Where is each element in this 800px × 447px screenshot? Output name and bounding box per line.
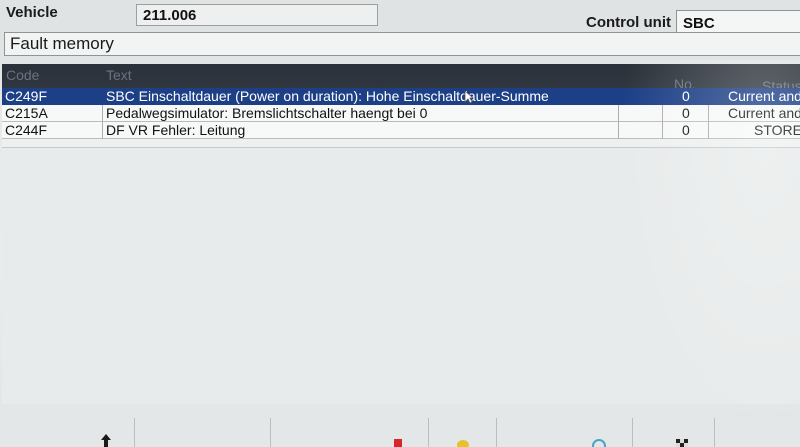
- row-no: 0: [682, 88, 690, 104]
- up-arrow-icon[interactable]: [100, 433, 112, 447]
- row-code: C244F: [5, 122, 48, 138]
- yellow-key-icon[interactable]: [456, 437, 470, 447]
- fault-memory-title: Fault memory: [4, 32, 800, 56]
- toolbar-divider: [632, 418, 633, 447]
- row-status: STORE: [754, 122, 800, 138]
- row-no: 0: [682, 122, 690, 138]
- vehicle-field[interactable]: 211.006: [136, 4, 378, 26]
- vehicle-label: Vehicle: [6, 4, 58, 21]
- toolbar-divider: [134, 418, 135, 447]
- row-no: 0: [682, 105, 690, 121]
- row-code: C215A: [5, 105, 48, 121]
- toolbar-divider: [428, 418, 429, 447]
- fault-table: Code Text No. Status C249F SBC Einschalt…: [2, 64, 800, 404]
- toolbar-divider: [714, 418, 715, 447]
- magnifier-icon[interactable]: [592, 437, 606, 447]
- row-status: Current and: [728, 88, 800, 104]
- mouse-cursor-icon: [464, 90, 474, 104]
- row-text: DF VR Fehler: Leitung: [106, 122, 246, 138]
- red-marker-icon[interactable]: [394, 437, 402, 447]
- column-divider: [102, 122, 103, 139]
- column-divider: [708, 122, 709, 139]
- column-header-text[interactable]: Text: [106, 67, 132, 83]
- table-row[interactable]: C249F SBC Einschaltdauer (Power on durat…: [2, 88, 800, 105]
- checkered-flag-icon[interactable]: [676, 437, 692, 447]
- column-divider: [708, 105, 709, 122]
- row-text: Pedalwegsimulator: Bremslichtschalter ha…: [106, 105, 428, 121]
- table-header: Code Text No. Status: [2, 64, 800, 94]
- column-divider: [662, 105, 663, 122]
- column-header-code[interactable]: Code: [6, 67, 39, 83]
- toolbar-divider: [496, 418, 497, 447]
- column-divider: [618, 105, 619, 122]
- column-divider: [102, 105, 103, 122]
- row-text: SBC Einschaltdauer (Power on duration): …: [106, 88, 549, 104]
- table-row[interactable]: C215A Pedalwegsimulator: Bremslichtschal…: [2, 105, 800, 122]
- row-status: Current and: [728, 105, 800, 121]
- bottom-toolbar: [0, 418, 800, 447]
- table-row[interactable]: C244F DF VR Fehler: Leitung 0 STORE: [2, 122, 800, 139]
- table-empty-row: [2, 139, 800, 148]
- screen: Vehicle 211.006 Control unit SBC Fault m…: [0, 0, 800, 447]
- control-unit-label: Control unit: [586, 14, 671, 31]
- toolbar-divider: [270, 418, 271, 447]
- row-code: C249F: [5, 88, 48, 104]
- column-divider: [618, 122, 619, 139]
- column-divider: [662, 122, 663, 139]
